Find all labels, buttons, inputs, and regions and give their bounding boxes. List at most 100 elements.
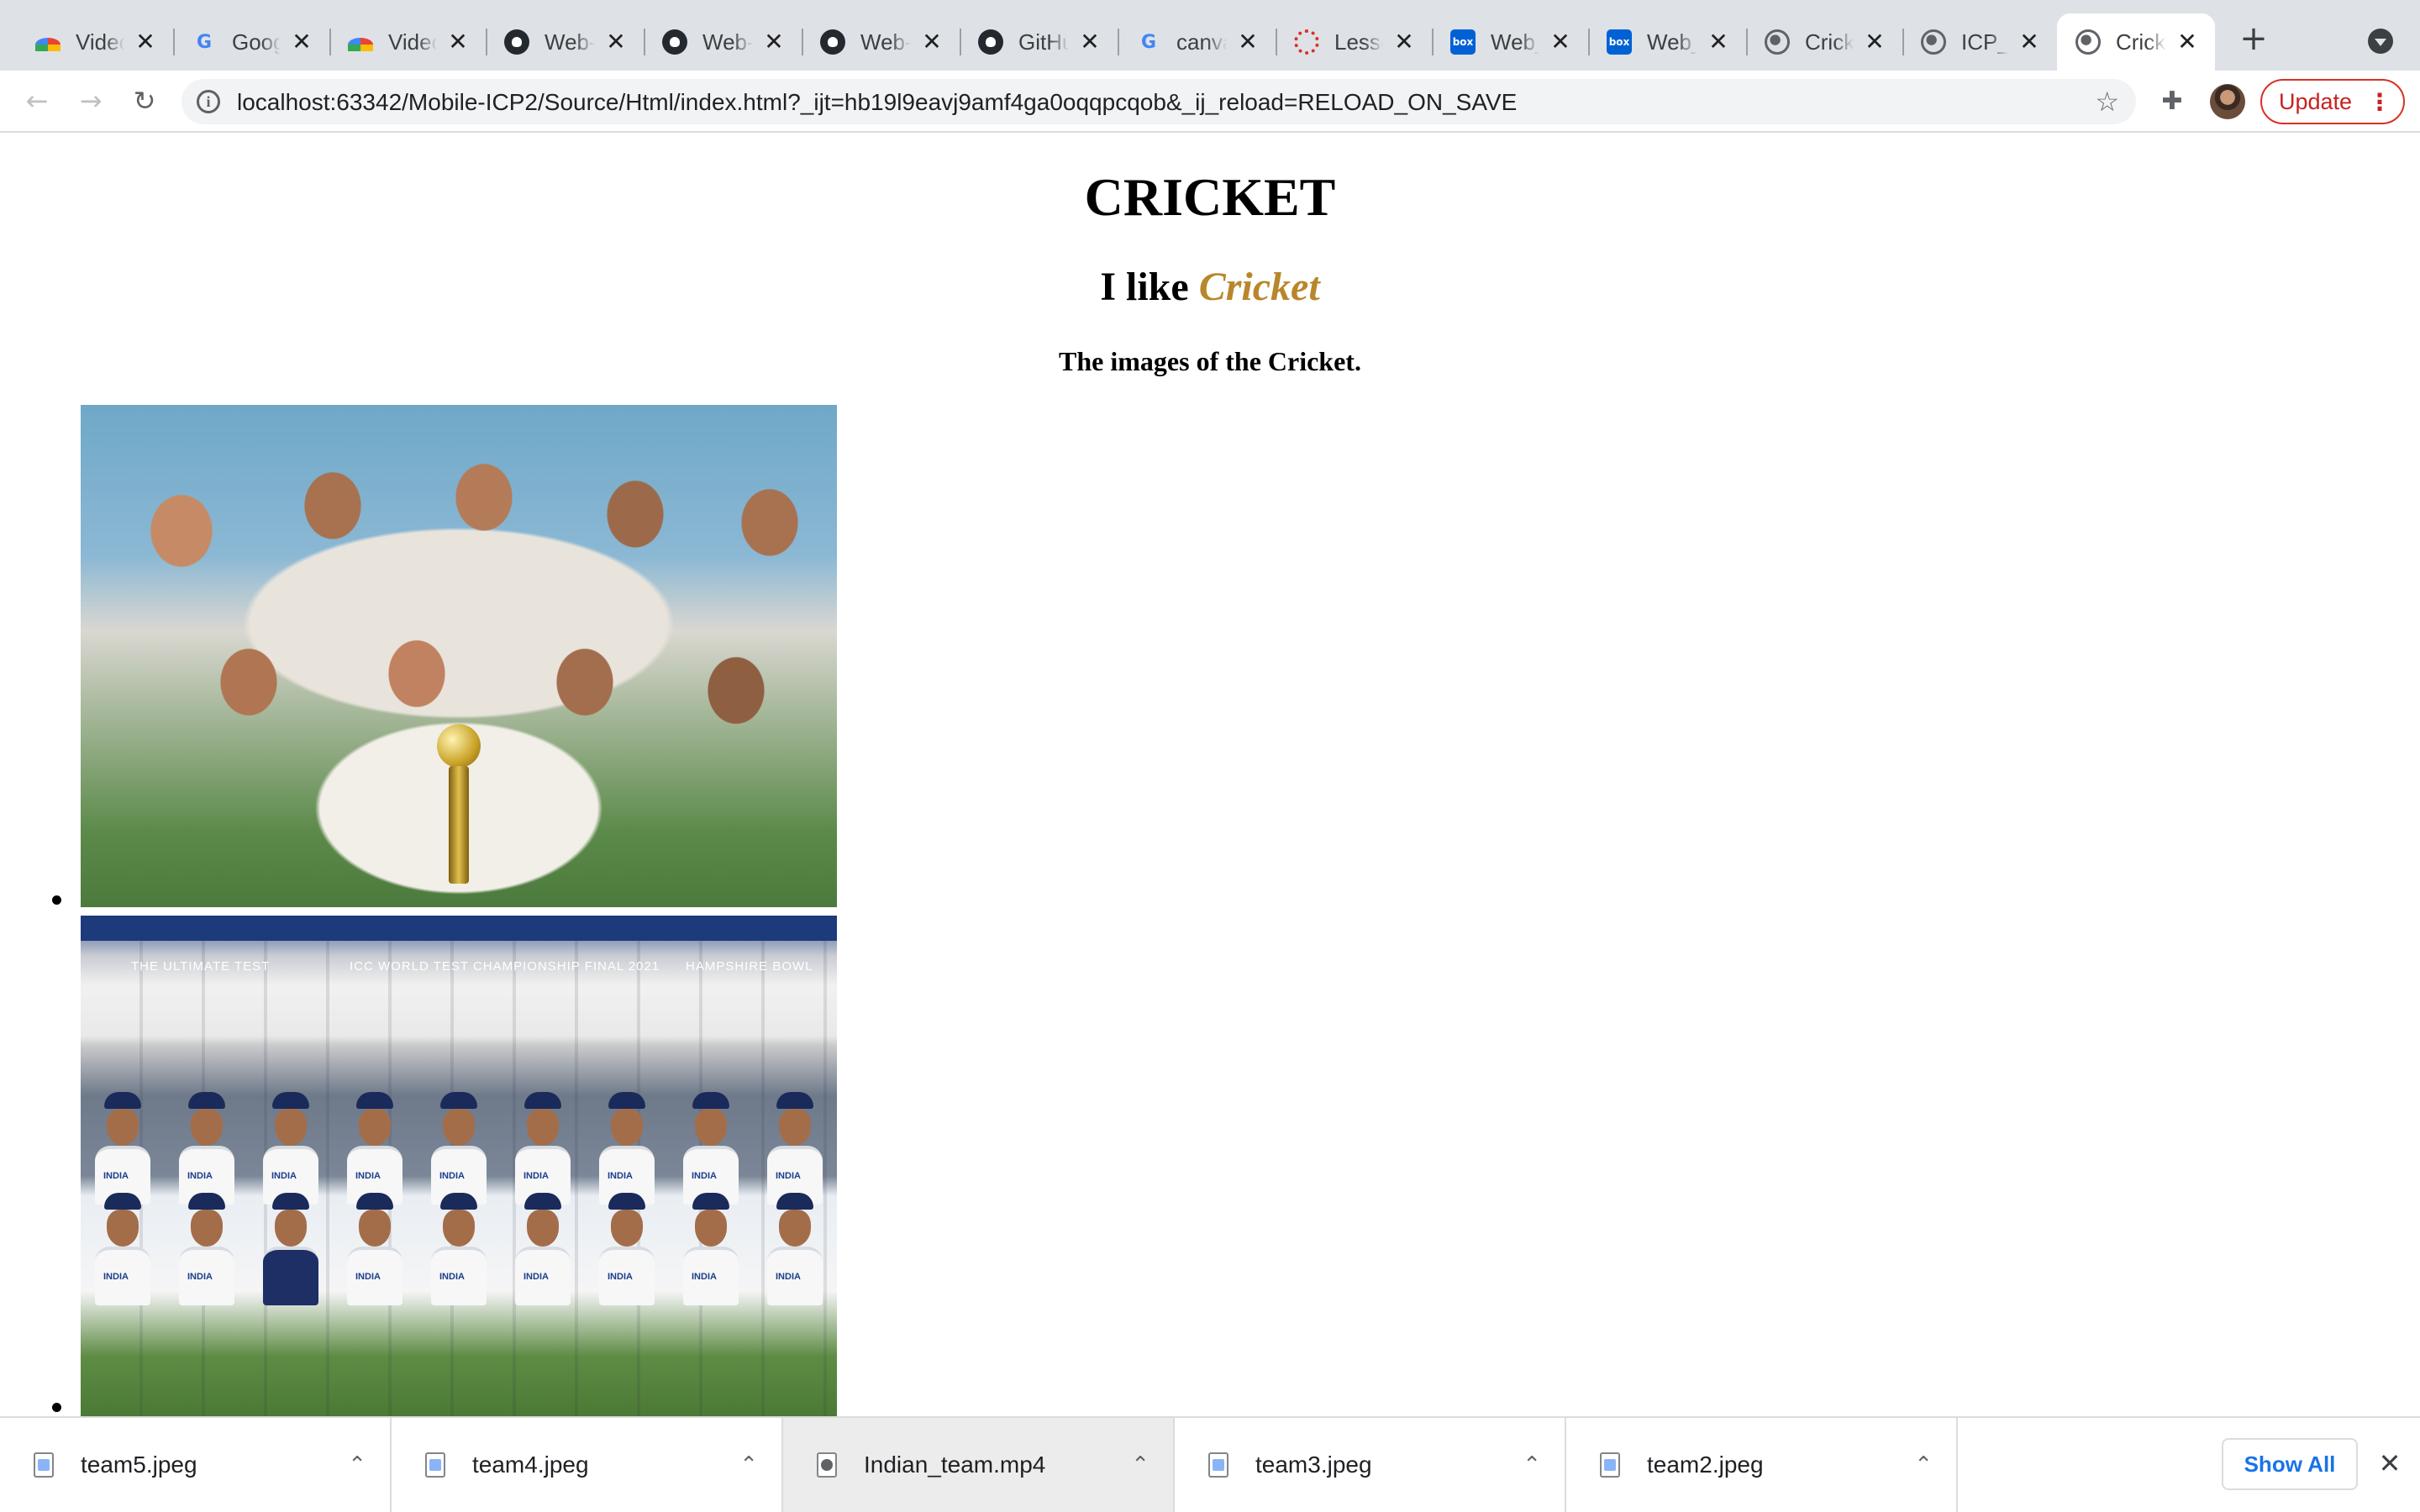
list-bullet [52,1403,61,1412]
close-icon[interactable]: ✕ [1235,29,1260,55]
player: INDIA [179,1092,234,1205]
tab-title: Video [388,29,437,55]
browser-tab[interactable]: box Web_ ✕ [1432,13,1590,71]
chevron-up-icon[interactable]: ⌃ [348,1452,366,1478]
extensions-puzzle-icon[interactable]: ✚ [2158,87,2186,116]
images-heading: The images of the Cricket. [1059,346,1361,376]
update-button[interactable]: Update ⋮ [2260,79,2405,124]
team-group-photo: THE ULTIMATE TEST ICC WORLD TEST CHAMPIO… [81,916,837,1416]
address-bar[interactable]: i localhost:63342/Mobile-ICP2/Source/Htm… [182,79,2136,124]
browser-tab[interactable]: Web- ✕ [802,13,961,71]
jersey-text: INDIA [355,1171,381,1181]
back-arrow-icon[interactable]: ← [17,81,57,121]
chevron-up-icon[interactable]: ⌃ [1914,1452,1933,1478]
tab-title: Cricket [2116,29,2166,55]
reload-icon[interactable]: ↻ [124,81,165,121]
browser-toolbar: ← → ↻ i localhost:63342/Mobile-ICP2/Sour… [0,71,2420,133]
tab-title: Video [76,29,124,55]
tab-strip: Video ✕ G Google ✕ Video ✕ Web- ✕ Web- ✕… [0,0,2420,71]
close-icon[interactable]: ✕ [133,29,158,55]
browser-tab[interactable]: Video ✕ [329,13,487,71]
github-icon [504,29,529,55]
player: INDIA [431,1092,487,1205]
close-icon[interactable]: ✕ [1077,29,1102,55]
jersey-text: INDIA [608,1272,633,1282]
browser-tab[interactable]: ICP_ ✕ [1902,13,2057,71]
download-item[interactable]: team3.jpeg ⌃ [1175,1418,1566,1512]
player-row-back: INDIA INDIA INDIA INDIA INDIA INDIA INDI… [95,1092,823,1205]
jersey-text: INDIA [523,1272,549,1282]
tab-title: Google [232,29,281,55]
close-icon[interactable]: ✕ [1548,29,1573,55]
github-icon [662,29,687,55]
close-icon[interactable]: ✕ [289,29,314,55]
player: INDIA [515,1193,571,1305]
tab-title: ICP_ [1961,29,2008,55]
site-info-icon[interactable]: i [197,90,220,113]
video-file-icon [817,1452,837,1478]
player: INDIA [767,1193,823,1305]
player: INDIA [263,1092,318,1205]
bookmark-star-icon[interactable]: ☆ [2095,86,2119,118]
jersey-text: INDIA [271,1171,297,1181]
browser-tab[interactable]: box Web_ ✕ [1588,13,1748,71]
close-icon[interactable]: ✕ [2373,1446,2407,1480]
tab-title: Web_ [1647,29,1697,55]
jersey-text: INDIA [187,1272,213,1282]
chevron-up-icon[interactable]: ⌃ [1523,1452,1541,1478]
browser-tab[interactable]: Video ✕ [17,13,175,71]
subtitle-emphasis: Cricket [1198,265,1320,309]
browser-tab[interactable]: Cricket ✕ [1746,13,1904,71]
player: INDIA [515,1092,571,1205]
close-icon[interactable]: ✕ [1862,29,1887,55]
subtitle-prefix: I like [1100,265,1199,309]
tab-title: Web_ [1491,29,1539,55]
browser-tab[interactable]: Web- ✕ [644,13,803,71]
close-icon[interactable]: ✕ [1706,29,1731,55]
forward-arrow-icon[interactable]: → [71,81,111,121]
browser-tab[interactable]: Lesson ✕ [1276,13,1434,71]
download-item[interactable]: team5.jpeg ⌃ [0,1418,392,1512]
tab-title: Lesson [1334,29,1383,55]
new-tab-button[interactable]: + [2237,22,2270,55]
tab-title: Web- [702,29,753,55]
tab-title: GitHub [1018,29,1069,55]
close-icon[interactable]: ✕ [2017,29,2042,55]
globe-icon [1765,29,1790,55]
browser-tab-active[interactable]: Cricket ✕ [2057,13,2215,71]
url-text[interactable]: localhost:63342/Mobile-ICP2/Source/Html/… [237,89,1517,116]
profile-avatar[interactable] [2210,84,2245,119]
close-icon[interactable]: ✕ [919,29,944,55]
browser-tab[interactable]: G canva ✕ [1118,13,1277,71]
tab-search-icon[interactable] [2368,29,2393,54]
coach [263,1193,318,1305]
download-item[interactable]: team2.jpeg ⌃ [1566,1418,1958,1512]
page-title: CRICKET [1084,167,1336,227]
close-icon[interactable]: ✕ [2175,29,2200,55]
jersey-text: INDIA [103,1272,129,1282]
close-icon[interactable]: ✕ [445,29,471,55]
download-item[interactable]: team4.jpeg ⌃ [392,1418,783,1512]
jersey-text: INDIA [776,1272,801,1282]
update-label: Update [2279,88,2353,114]
page-subtitle: I like Cricket [0,264,2420,310]
jersey-text: INDIA [523,1171,549,1181]
player: INDIA [179,1193,234,1305]
kebab-menu-icon: ⋮ [2368,88,2391,116]
image-file-icon [34,1452,54,1478]
downloads-shelf: team5.jpeg ⌃ team4.jpeg ⌃ Indian_team.mp… [0,1416,2420,1512]
close-icon[interactable]: ✕ [603,29,629,55]
close-icon[interactable]: ✕ [761,29,786,55]
browser-tab[interactable]: G Google ✕ [173,13,331,71]
chevron-up-icon[interactable]: ⌃ [739,1452,758,1478]
player: INDIA [95,1193,150,1305]
tab-title: Cricket [1805,29,1854,55]
box-icon: box [1607,29,1632,55]
download-item[interactable]: Indian_team.mp4 ⌃ [783,1418,1175,1512]
show-all-button[interactable]: Show All [2222,1438,2358,1490]
globe-icon [2075,29,2101,55]
close-icon[interactable]: ✕ [1392,29,1417,55]
browser-tab[interactable]: GitHub ✕ [960,13,1119,71]
browser-tab[interactable]: Web- ✕ [486,13,645,71]
chevron-up-icon[interactable]: ⌃ [1131,1452,1150,1478]
